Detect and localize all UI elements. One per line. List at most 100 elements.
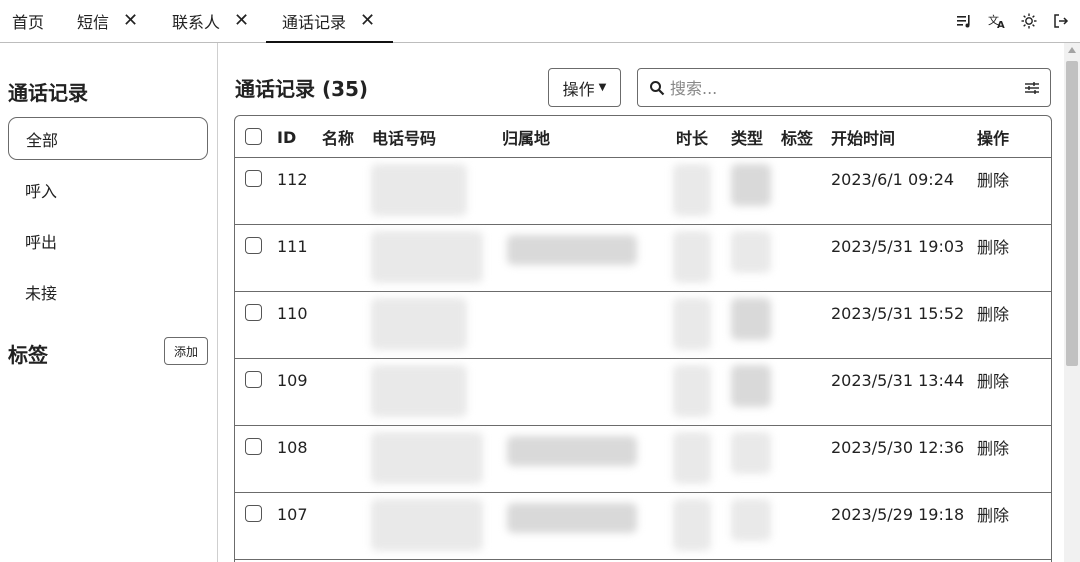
tab-call-log[interactable]: 通话记录 ✕ [266,0,393,43]
table-row[interactable]: 110 2023/5/31 15:52 删除 [235,292,1051,359]
select-all-checkbox[interactable] [245,128,262,145]
top-tab-bar: 首页 短信 ✕ 联系人 ✕ 通话记录 ✕ 文A [0,0,1080,43]
call-log-table: ID 名称 电话号码 归属地 时长 类型 标签 开始时间 操作 112 2023… [234,115,1052,562]
delete-link[interactable]: 删除 [977,493,1009,535]
cell-start-time: 2023/5/30 12:36 [831,437,965,457]
filter-sliders-icon[interactable] [1024,80,1040,96]
table-row[interactable]: 107 2023/5/29 19:18 删除 [235,493,1051,560]
redacted-phone [371,365,467,417]
search-input[interactable] [670,75,1010,101]
cell-id: 111 [277,236,308,256]
tab-label: 联系人 [172,13,221,32]
redacted-phone [371,164,467,216]
sidebar-item-label: 未接 [25,283,58,303]
redacted-type [731,432,771,474]
row-checkbox[interactable] [245,170,262,187]
operations-dropdown-button[interactable]: 操作 ▼ [548,68,621,107]
column-header-type[interactable]: 类型 [731,116,763,158]
sidebar: 通话记录 全部 呼入 呼出 未接 标签 添加 [0,43,218,562]
column-header-tags[interactable]: 标签 [781,116,813,158]
cell-id: 110 [277,303,308,323]
search-icon [650,81,665,96]
add-tag-button[interactable]: 添加 [164,337,208,365]
redacted-phone [371,499,483,551]
delete-link[interactable]: 删除 [977,225,1009,267]
row-checkbox[interactable] [245,237,262,254]
redacted-location [507,503,637,533]
redacted-duration [673,298,711,350]
page-title: 通话记录 (35) [235,77,369,101]
table-header: ID 名称 电话号码 归属地 时长 类型 标签 开始时间 操作 [235,116,1051,158]
redacted-phone [371,432,483,484]
table-row[interactable]: 112 2023/6/1 09:24 删除 [235,158,1051,225]
delete-link[interactable]: 删除 [977,359,1009,401]
column-header-actions: 操作 [977,129,1010,148]
redacted-duration [673,432,711,484]
scroll-thumb[interactable] [1066,61,1078,366]
sidebar-item-missed[interactable]: 未接 [8,270,208,313]
table-row[interactable]: 111 2023/5/31 19:03 删除 [235,225,1051,292]
scroll-up-arrow-icon[interactable] [1068,47,1076,53]
table-row[interactable]: 108 2023/5/30 12:36 删除 [235,426,1051,493]
column-header-phone[interactable]: 电话号码 [372,116,436,158]
redacted-duration [673,164,711,216]
redacted-phone [371,231,483,283]
row-checkbox[interactable] [245,371,262,388]
delete-link[interactable]: 删除 [977,158,1009,200]
cell-start-time: 2023/5/31 19:03 [831,236,965,256]
sidebar-item-all[interactable]: 全部 [8,117,208,160]
column-header-duration[interactable]: 时长 [676,116,708,158]
row-checkbox[interactable] [245,304,262,321]
sidebar-item-outgoing[interactable]: 呼出 [8,219,208,262]
cell-id: 112 [277,169,308,189]
tab-home[interactable]: 首页 [12,0,44,42]
vertical-scrollbar[interactable] [1064,43,1080,562]
sidebar-item-incoming[interactable]: 呼入 [8,168,208,211]
close-icon[interactable]: ✕ [234,12,249,30]
cell-start-time: 2023/5/29 19:18 [831,504,965,524]
delete-link[interactable]: 删除 [977,292,1009,334]
theme-sun-icon[interactable] [1020,12,1038,30]
cell-start-time: 2023/5/31 15:52 [831,303,965,323]
close-icon[interactable]: ✕ [123,12,138,30]
redacted-duration [673,499,711,551]
sidebar-item-label: 呼出 [25,232,58,252]
redacted-type [731,231,771,273]
redacted-phone [371,298,467,350]
tab-contacts[interactable]: 联系人 ✕ [172,0,249,42]
column-header-id[interactable]: ID [277,116,296,158]
row-checkbox[interactable] [245,438,262,455]
cell-start-time: 2023/5/31 13:44 [831,370,965,390]
cell-start-time: 2023/6/1 09:24 [831,169,955,189]
redacted-location [507,436,637,466]
column-header-location[interactable]: 归属地 [502,116,550,158]
caret-down-icon: ▼ [598,82,607,93]
cell-id: 108 [277,437,308,457]
column-header-start-time[interactable]: 开始时间 [831,116,895,158]
redacted-type [731,164,771,206]
tab-label: 通话记录 [282,13,347,32]
tab-sms[interactable]: 短信 ✕ [77,0,138,42]
redacted-duration [673,365,711,417]
search-box [637,68,1051,107]
row-checkbox[interactable] [245,505,262,522]
tab-label: 短信 [77,13,110,32]
redacted-duration [673,231,711,283]
translate-icon[interactable]: 文A [988,12,1006,30]
tags-heading: 标签 [8,343,48,367]
table-row[interactable]: 109 2023/5/31 13:44 删除 [235,359,1051,426]
redacted-type [731,365,771,407]
column-header-name[interactable]: 名称 [322,116,354,158]
cell-id: 109 [277,370,308,390]
cell-id: 107 [277,504,308,524]
tab-label: 首页 [12,13,45,32]
playlist-icon[interactable] [956,12,974,30]
operations-label: 操作 [562,79,595,99]
close-icon[interactable]: ✕ [360,12,375,30]
delete-link[interactable]: 删除 [977,426,1009,468]
redacted-location [507,235,637,265]
sidebar-item-label: 呼入 [25,181,58,201]
sidebar-item-label: 全部 [26,130,59,150]
logout-icon[interactable] [1052,12,1070,30]
redacted-type [731,499,771,541]
